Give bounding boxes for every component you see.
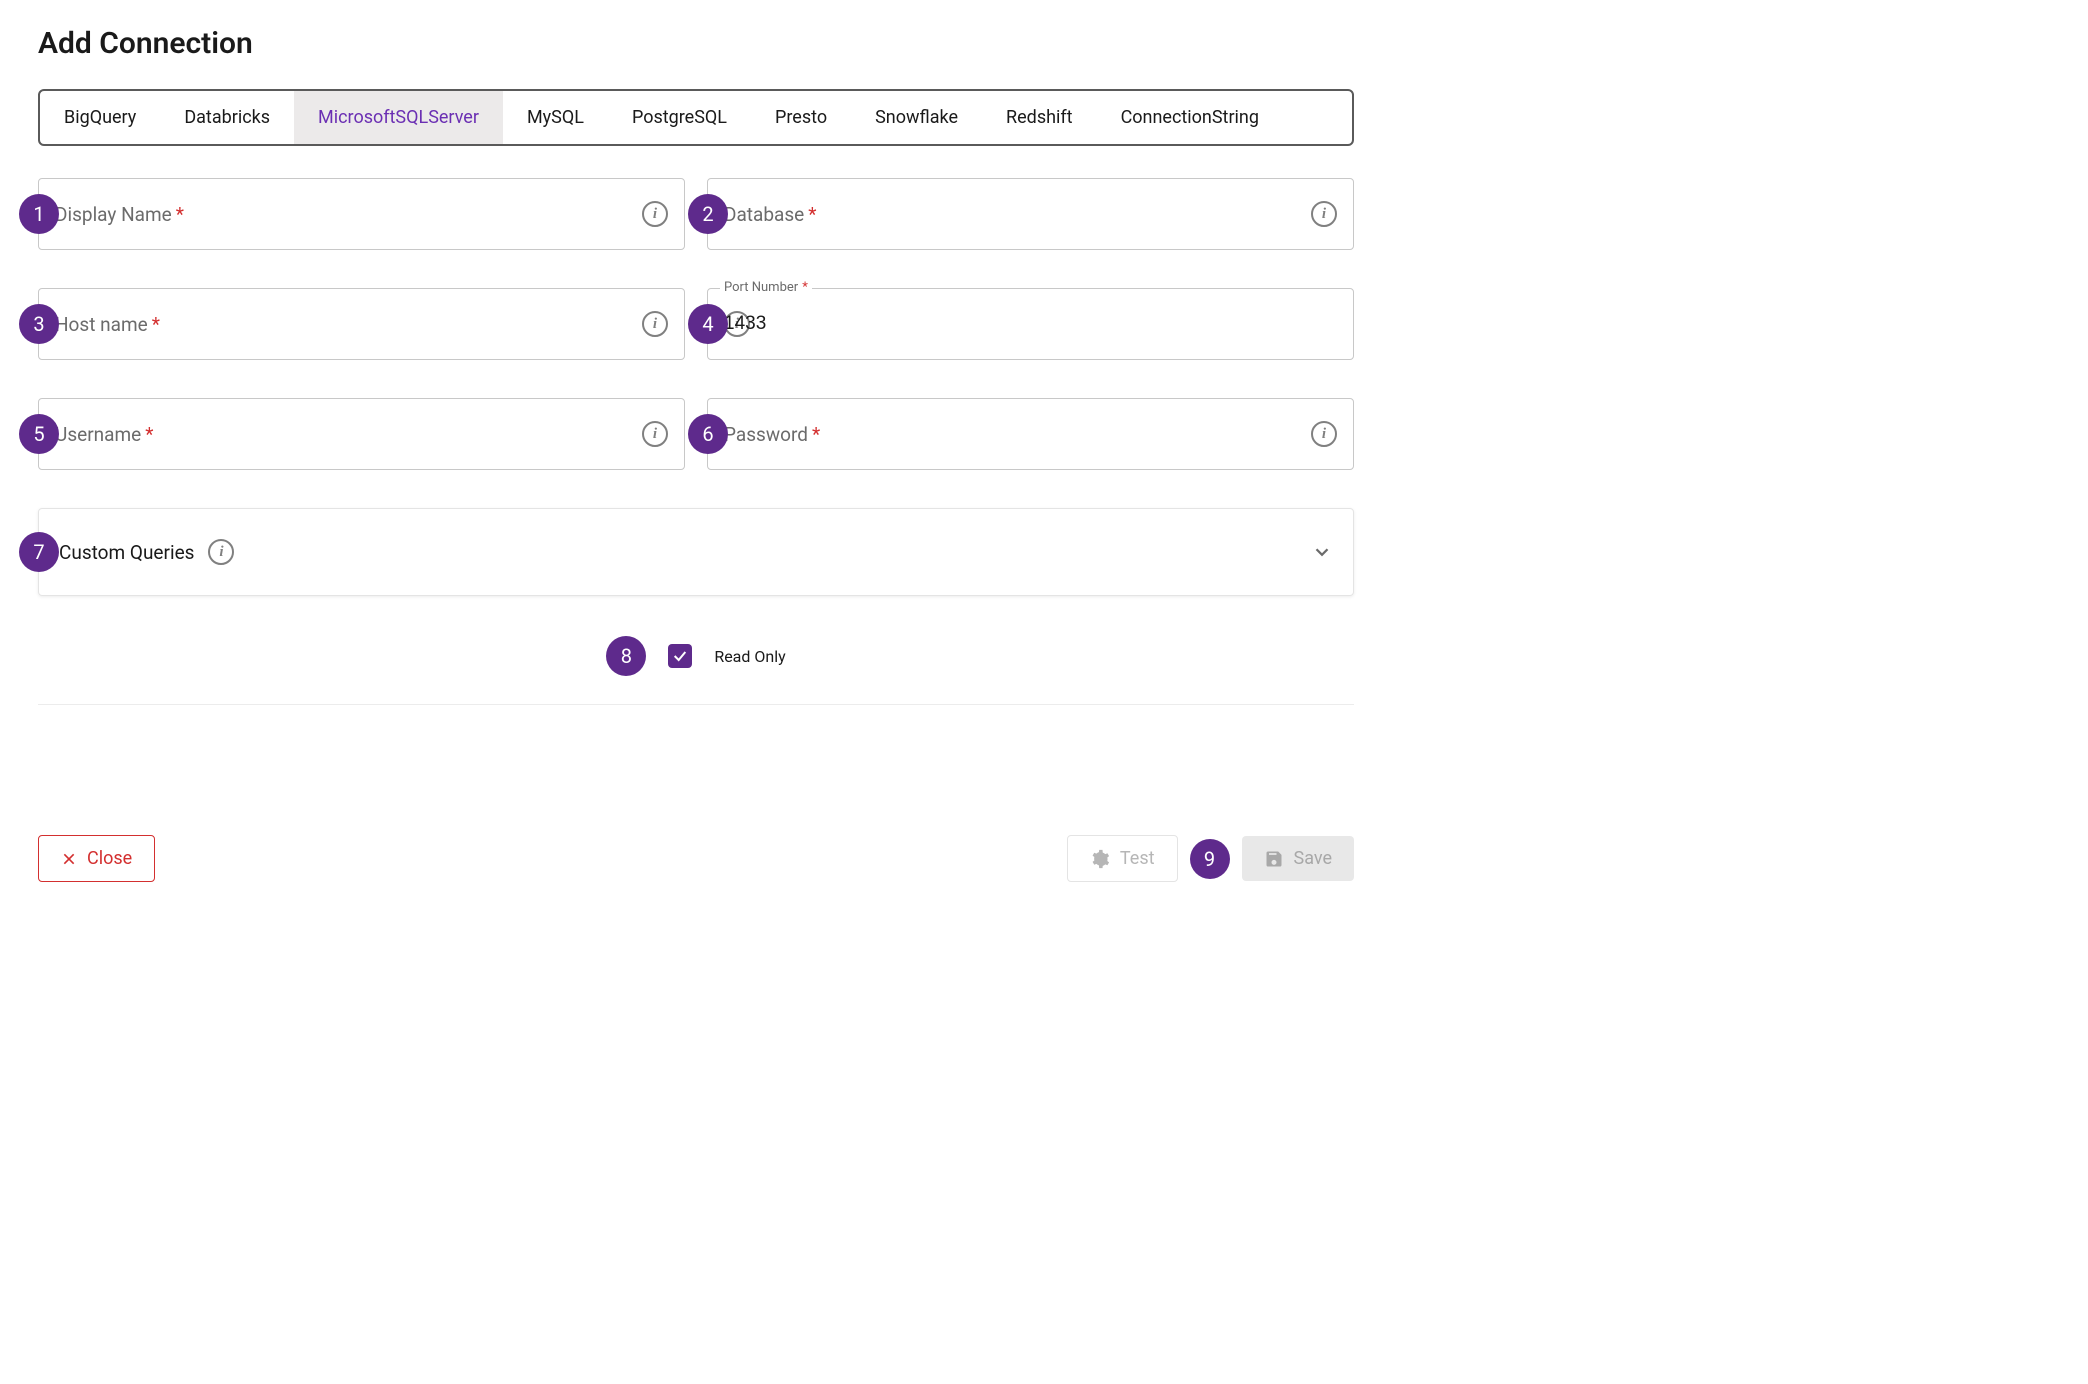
database-input[interactable] [724,179,1305,249]
save-icon [1264,849,1284,869]
check-icon [672,648,688,664]
display-name-input[interactable] [55,179,636,249]
tab-mysql[interactable]: MySQL [503,91,608,144]
tab-bigquery[interactable]: BigQuery [40,91,160,144]
chevron-down-icon [1311,541,1333,563]
tab-microsoftsqlserver[interactable]: MicrosoftSQLServer [294,91,503,144]
page-title: Add Connection [38,26,1354,61]
read-only-row: 8 Read Only [38,626,1354,705]
test-button[interactable]: Test [1067,835,1178,882]
step-badge-1: 1 [19,194,59,234]
tab-postgresql[interactable]: PostgreSQL [608,91,751,144]
password-input[interactable] [724,399,1305,469]
tab-presto[interactable]: Presto [751,91,851,144]
step-badge-9: 9 [1190,839,1230,879]
close-icon [61,851,77,867]
save-button[interactable]: Save [1242,836,1355,881]
read-only-label: Read Only [714,647,785,666]
step-badge-7: 7 [19,532,59,572]
gear-icon [1090,849,1110,869]
username-input[interactable] [55,399,636,469]
dialog-footer: Close Test 9 Save [38,835,1354,882]
password-field[interactable]: 6 Password* i [707,398,1354,470]
custom-queries-title: Custom Queries [59,541,194,564]
tab-connectionstring[interactable]: ConnectionString [1097,91,1283,144]
tab-databricks[interactable]: Databricks [160,91,294,144]
port-number-field[interactable]: 4 Port Number* i [707,288,1354,360]
connection-type-tabs: BigQuery Databricks MicrosoftSQLServer M… [38,89,1354,146]
step-badge-5: 5 [19,414,59,454]
info-icon[interactable]: i [642,311,668,337]
tab-redshift[interactable]: Redshift [982,91,1097,144]
host-name-field[interactable]: 3 Host name* i [38,288,685,360]
step-badge-3: 3 [19,304,59,344]
step-badge-4: 4 [688,304,728,344]
info-icon[interactable]: i [1311,421,1337,447]
custom-queries-accordion[interactable]: 7 Custom Queries i [38,508,1354,596]
info-icon[interactable]: i [642,201,668,227]
database-field[interactable]: 2 Database* i [707,178,1354,250]
step-badge-8: 8 [606,636,646,676]
tab-snowflake[interactable]: Snowflake [851,91,982,144]
step-badge-6: 6 [688,414,728,454]
close-button[interactable]: Close [38,835,155,882]
info-icon[interactable]: i [1311,201,1337,227]
step-badge-2: 2 [688,194,728,234]
username-field[interactable]: 5 Username* i [38,398,685,470]
display-name-field[interactable]: 1 Display Name* i [38,178,685,250]
host-name-input[interactable] [55,289,636,359]
port-number-input[interactable] [724,289,1305,359]
info-icon[interactable]: i [642,421,668,447]
read-only-checkbox[interactable] [668,644,692,668]
info-icon[interactable]: i [208,539,234,565]
